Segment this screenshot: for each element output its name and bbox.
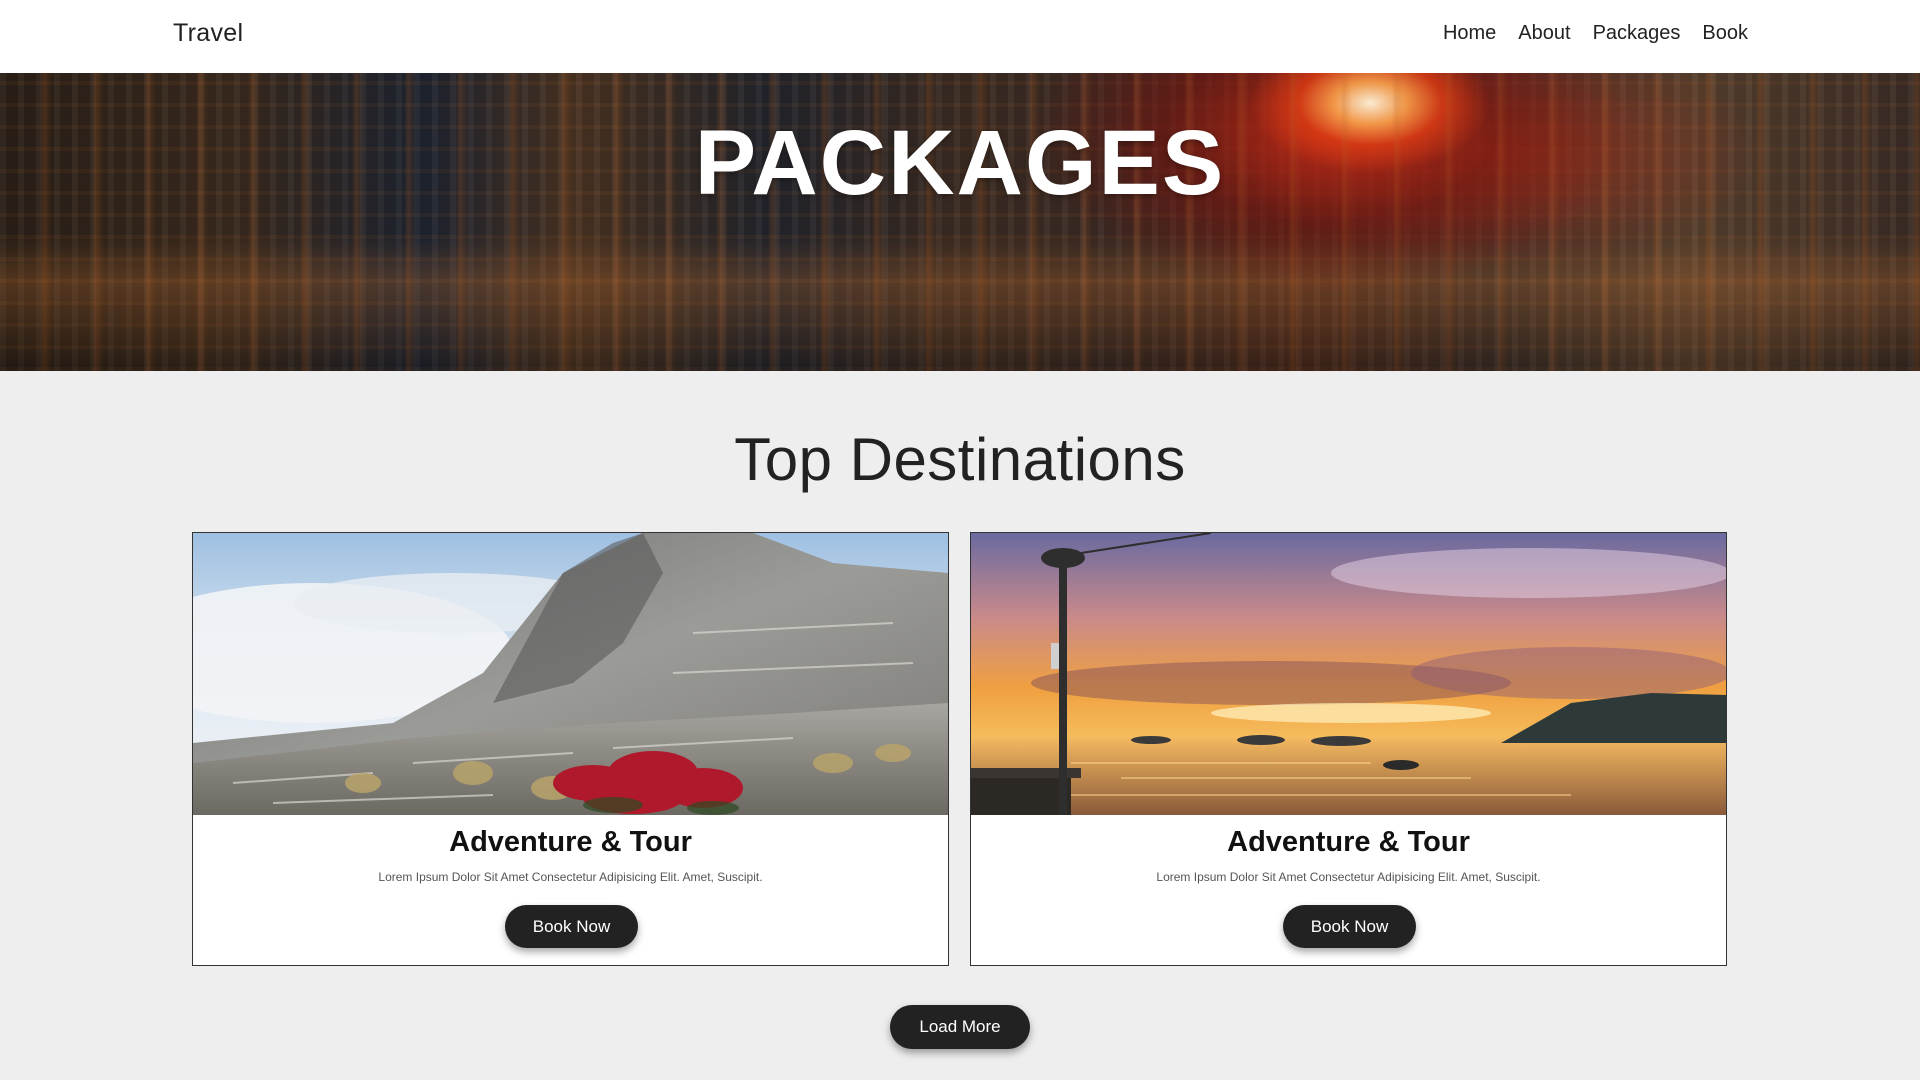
mountain-image bbox=[193, 533, 948, 815]
nav-home-link[interactable]: Home bbox=[1443, 22, 1496, 45]
card-title: Adventure & Tour bbox=[1227, 826, 1470, 858]
brand-logo[interactable]: Travel bbox=[173, 19, 243, 48]
hero-banner: PACKAGES bbox=[0, 73, 1920, 371]
page: Travel Home About Packages Book PACKAGES… bbox=[0, 0, 1920, 1080]
nav-about-link[interactable]: About bbox=[1518, 22, 1570, 45]
card-title: Adventure & Tour bbox=[449, 826, 692, 858]
book-now-button[interactable]: Book Now bbox=[505, 905, 638, 948]
nav-packages-link[interactable]: Packages bbox=[1593, 22, 1681, 45]
card-description: Lorem Ipsum Dolor Sit Amet Consectetur A… bbox=[1156, 870, 1541, 884]
section-title: Top Destinations bbox=[734, 426, 1186, 493]
sunset-image bbox=[971, 533, 1726, 815]
book-now-button[interactable]: Book Now bbox=[1283, 905, 1416, 948]
card-description: Lorem Ipsum Dolor Sit Amet Consectetur A… bbox=[378, 870, 763, 884]
load-more-button[interactable]: Load More bbox=[890, 1005, 1030, 1049]
package-card: Adventure & Tour Lorem Ipsum Dolor Sit A… bbox=[970, 532, 1727, 966]
site-header: Travel Home About Packages Book bbox=[0, 0, 1920, 73]
package-card: Adventure & Tour Lorem Ipsum Dolor Sit A… bbox=[192, 532, 949, 966]
main-nav: Home About Packages Book bbox=[1443, 22, 1748, 45]
nav-book-link[interactable]: Book bbox=[1702, 22, 1748, 45]
hero-title: PACKAGES bbox=[694, 112, 1226, 214]
